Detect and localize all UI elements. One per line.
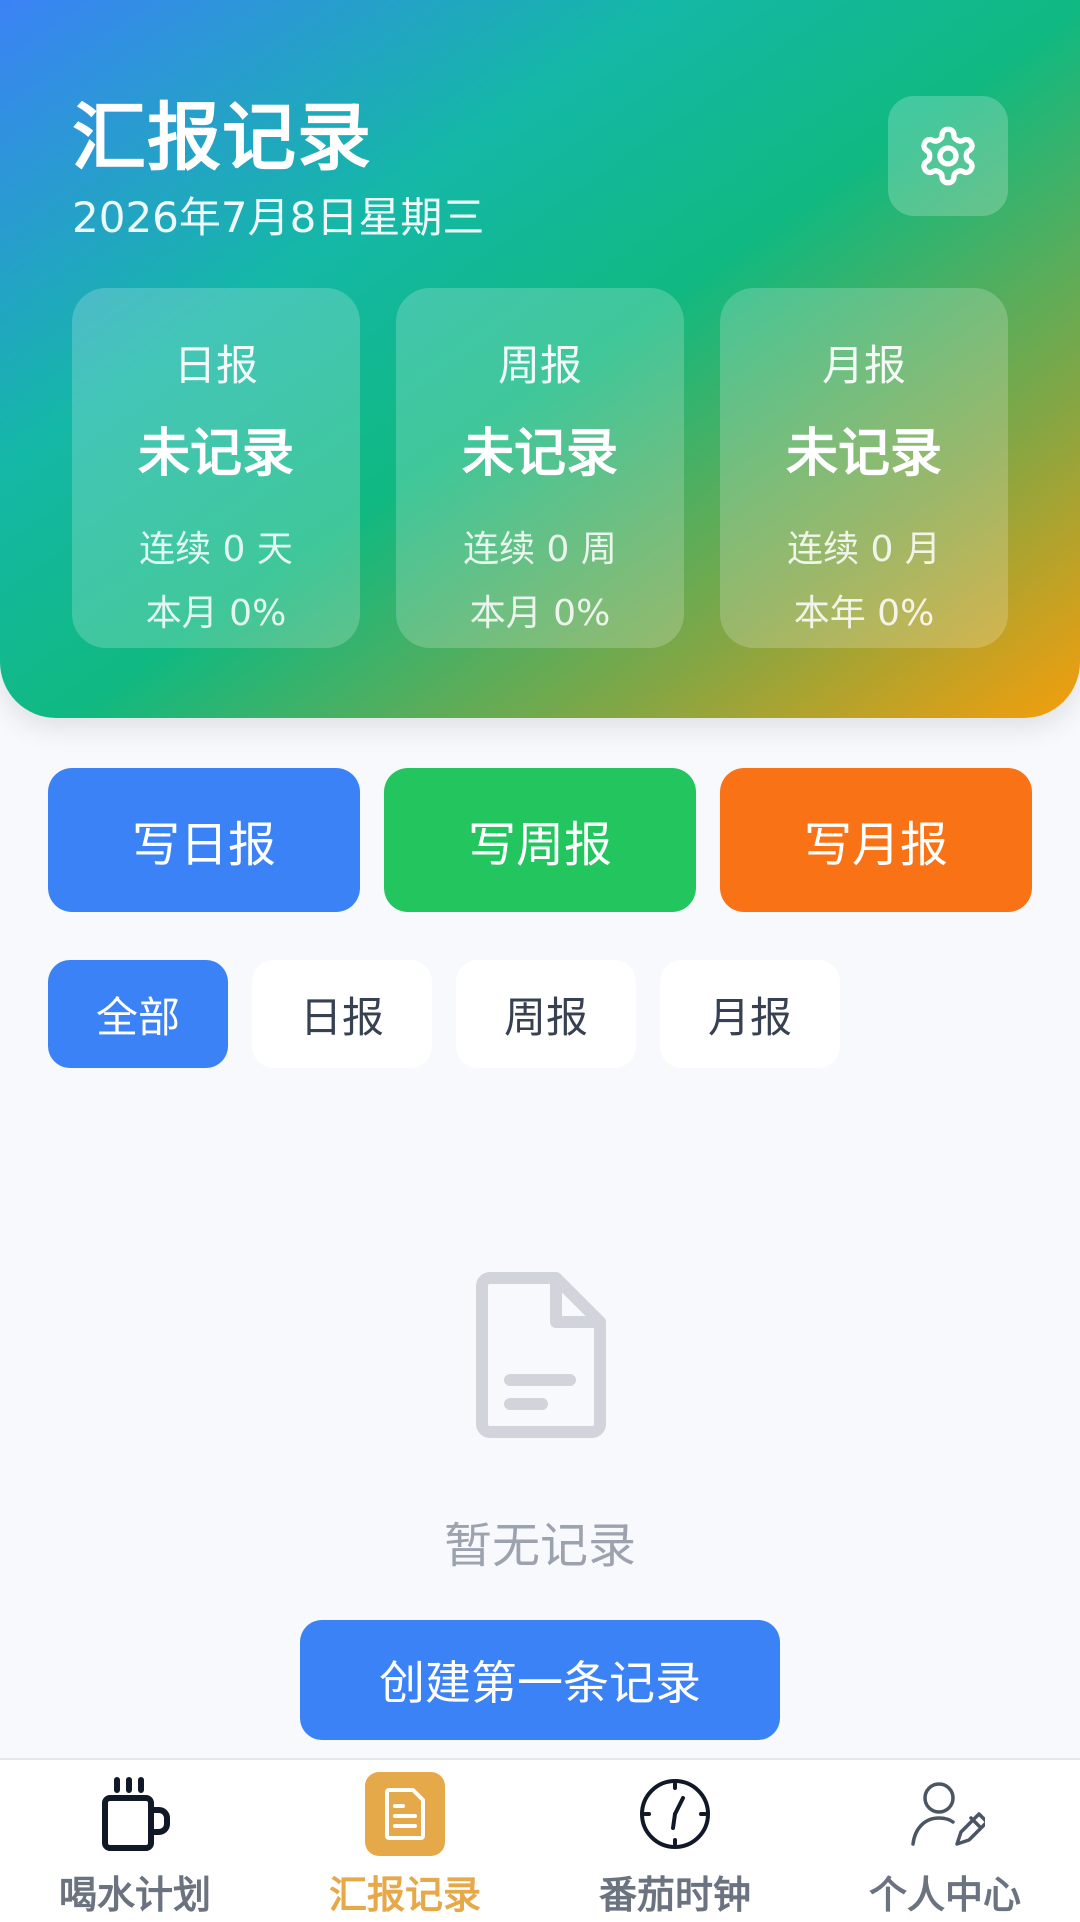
stat-streak: 连续 0 周 <box>463 529 617 570</box>
nav-item-water-plan[interactable]: 喝水计划 <box>0 1760 270 1922</box>
document-icon <box>385 1788 425 1840</box>
gear-icon <box>921 126 975 186</box>
nav-item-report-records[interactable]: 汇报记录 <box>270 1760 540 1922</box>
stat-card-daily[interactable]: 日报 未记录 连续 0 天 本月 0% <box>72 288 360 648</box>
user-edit-icon <box>911 1782 985 1846</box>
clock-icon <box>640 1779 710 1849</box>
write-monthly-button[interactable]: 写月报 <box>720 768 1032 912</box>
nav-label: 喝水计划 <box>58 1873 211 1917</box>
stat-status: 未记录 <box>461 424 618 484</box>
tab-all[interactable]: 全部 <box>48 960 228 1068</box>
stat-status: 未记录 <box>137 424 294 484</box>
stat-card-monthly[interactable]: 月报 未记录 连续 0 月 本年 0% <box>720 288 1008 648</box>
mug-icon <box>102 1777 170 1851</box>
stat-label: 日报 <box>173 341 258 390</box>
settings-button[interactable] <box>888 96 1008 216</box>
empty-message: 暂无记录 <box>443 1518 636 1574</box>
nav-label: 个人中心 <box>868 1873 1021 1917</box>
nav-label: 汇报记录 <box>328 1873 481 1917</box>
nav-item-pomodoro[interactable]: 番茄时钟 <box>540 1760 810 1922</box>
nav-label: 番茄时钟 <box>598 1873 751 1917</box>
nav-item-profile[interactable]: 个人中心 <box>810 1760 1080 1922</box>
stat-card-weekly[interactable]: 周报 未记录 连续 0 周 本月 0% <box>396 288 684 648</box>
create-first-record-button[interactable]: 创建第一条记录 <box>300 1620 780 1740</box>
stat-streak: 连续 0 月 <box>787 529 941 570</box>
nav-active-indicator <box>365 1772 445 1856</box>
stat-label: 周报 <box>497 341 582 390</box>
write-daily-button[interactable]: 写日报 <box>48 768 360 912</box>
stat-streak: 连续 0 天 <box>139 529 293 570</box>
tab-monthly[interactable]: 月报 <box>660 960 840 1068</box>
stat-rate: 本年 0% <box>793 593 935 634</box>
tab-weekly[interactable]: 周报 <box>456 960 636 1068</box>
current-date: 2026年7月8日星期三 <box>72 193 485 242</box>
stat-rate: 本月 0% <box>469 593 611 634</box>
bottom-nav: 喝水计划 汇报记录 番茄时钟 个人中心 <box>0 1758 1080 1922</box>
write-weekly-button[interactable]: 写周报 <box>384 768 696 912</box>
empty-document-icon <box>476 1272 606 1438</box>
tab-daily[interactable]: 日报 <box>252 960 432 1068</box>
header-banner: 汇报记录 2026年7月8日星期三 日报 未记录 连续 0 天 本月 0% 周报… <box>0 0 1080 718</box>
page-title: 汇报记录 <box>72 95 372 181</box>
stat-rate: 本月 0% <box>145 593 287 634</box>
stat-status: 未记录 <box>785 424 942 484</box>
stat-label: 月报 <box>821 341 906 390</box>
